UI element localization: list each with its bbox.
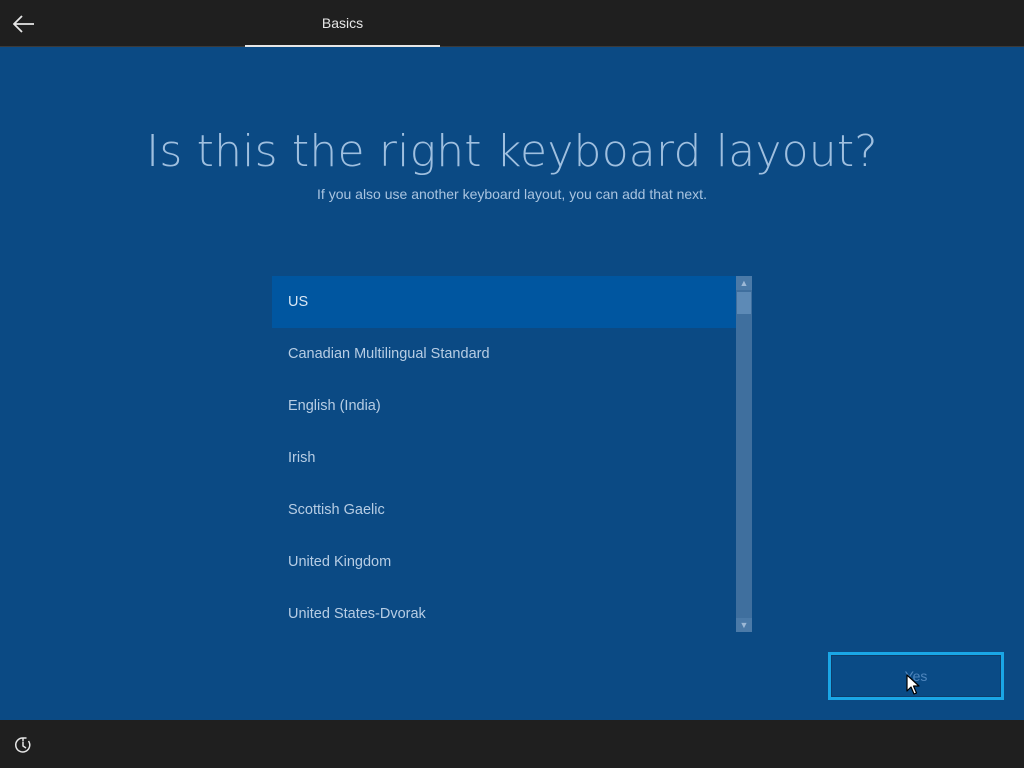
back-button[interactable] [10,10,38,38]
list-item-label: Irish [288,450,316,466]
top-bar: Basics [0,0,1024,47]
list-item-us[interactable]: US [272,276,736,328]
scroll-up-arrow-icon[interactable]: ▲ [736,276,752,290]
list-item-canadian-multilingual-standard[interactable]: Canadian Multilingual Standard [272,328,736,380]
list-item-label: English (India) [288,398,381,414]
keyboard-layout-list[interactable]: US Canadian Multilingual Standard Englis… [272,276,752,632]
list-scrollbar[interactable]: ▲ ▼ [736,276,752,632]
accessibility-button[interactable] [12,734,34,756]
scroll-down-arrow-icon[interactable]: ▼ [736,618,752,632]
list-item-english-india[interactable]: English (India) [272,380,736,432]
page-subtitle: If you also use another keyboard layout,… [317,186,707,202]
list-item-united-kingdom[interactable]: United Kingdom [272,536,736,588]
list-item-scottish-gaelic[interactable]: Scottish Gaelic [272,484,736,536]
list-item-irish[interactable]: Irish [272,432,736,484]
mouse-pointer-icon [906,674,920,695]
bottom-bar [0,720,1024,768]
ease-of-access-icon [15,737,31,753]
scrollbar-thumb[interactable] [737,292,751,314]
list-item-label: United States-Dvorak [288,606,426,622]
back-arrow-icon [13,15,34,33]
list-item-label: United Kingdom [288,554,392,570]
tab-basics: Basics [245,0,440,47]
list-item-label: Canadian Multilingual Standard [288,346,490,362]
page-title: Is this the right keyboard layout? [146,126,878,177]
list-item-label: Scottish Gaelic [288,502,385,518]
list-item-label: US [288,294,309,310]
list-item-united-states-dvorak[interactable]: United States-Dvorak [272,588,736,632]
